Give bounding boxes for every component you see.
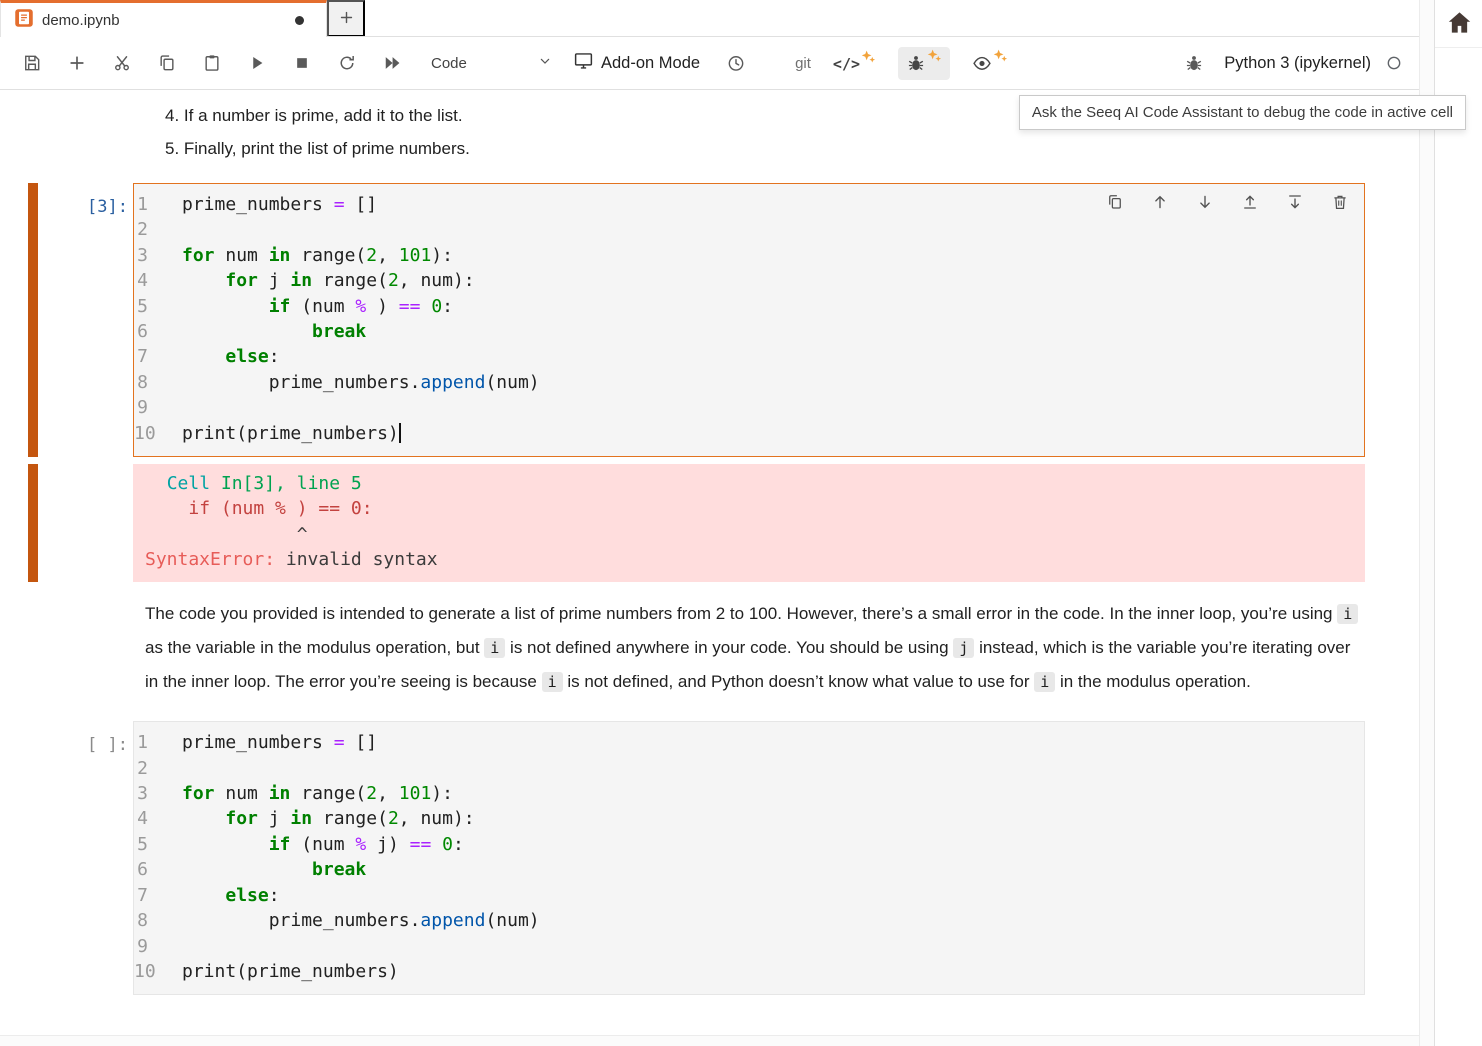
save-icon [22, 53, 42, 73]
output-margin [0, 464, 133, 582]
kernel-name[interactable]: Python 3 (ipykernel) [1224, 54, 1371, 73]
trash-icon [1331, 193, 1349, 211]
fast-forward-icon [382, 53, 402, 73]
duplicate-icon [1106, 193, 1124, 211]
code-icon: </> [833, 54, 860, 74]
insert-above-icon [1241, 193, 1259, 211]
insert-below-icon [1286, 193, 1304, 211]
sparkle-icon [927, 48, 942, 63]
cell-type-dropdown[interactable]: Code [431, 53, 553, 73]
notebook-toolbar: Code Add-on Mode git </> [0, 37, 1419, 90]
jupyterlab-app: demo.ipynb Code [0, 0, 1482, 1046]
insert-cell-button[interactable] [67, 53, 87, 73]
bug-icon [906, 53, 926, 76]
error-output: Cell In[3], line 5 if (num % ) == 0: ^Sy… [133, 464, 1365, 582]
history-button[interactable] [726, 53, 746, 73]
vertical-scrollbar[interactable] [1419, 0, 1434, 1046]
main-panel: demo.ipynb Code [0, 0, 1419, 1046]
addon-mode-label: Add-on Mode [601, 54, 700, 73]
notebook-content: 4. If a number is prime, add it to the l… [0, 90, 1419, 1035]
code-editor[interactable]: 1prime_numbers = []2 3for num in range(2… [134, 184, 1364, 456]
debugger-button[interactable] [1184, 53, 1204, 73]
move-cell-down-button[interactable] [1196, 193, 1214, 211]
save-button[interactable] [22, 53, 42, 73]
code-cell-row: [ ]: 1prime_numbers = []2 3for num in ra… [0, 721, 1419, 995]
horizontal-scrollbar[interactable] [0, 1035, 1419, 1046]
output-row: Cell In[3], line 5 if (num % ) == 0: ^Sy… [0, 464, 1419, 582]
copy-cell-button[interactable] [157, 53, 177, 73]
git-button[interactable]: git [795, 55, 811, 72]
execution-count: [3]: [87, 197, 128, 217]
cell-toolbar [1106, 193, 1349, 211]
tab-demo-ipynb[interactable]: demo.ipynb [0, 0, 327, 37]
cell-margin: [3]: [0, 183, 133, 457]
kernel-status-icon [1385, 54, 1403, 72]
plus-icon [338, 9, 355, 29]
home-button[interactable] [1435, 0, 1482, 48]
insert-cell-below-button[interactable] [1286, 193, 1304, 211]
tab-bar: demo.ipynb [0, 0, 1419, 37]
ai-debug-assistant-button[interactable] [898, 47, 950, 80]
cut-cell-button[interactable] [112, 53, 132, 73]
markdown-list-item: 5. Finally, print the list of prime numb… [165, 132, 1419, 165]
copy-icon [157, 53, 177, 73]
duplicate-cell-button[interactable] [1106, 193, 1124, 211]
arrow-up-icon [1151, 193, 1169, 211]
addon-mode-button[interactable]: Add-on Mode [573, 50, 700, 76]
refresh-icon [337, 53, 357, 73]
code-cell[interactable]: 1prime_numbers = []2 3for num in range(2… [133, 721, 1365, 995]
play-icon [247, 53, 267, 73]
delete-cell-button[interactable] [1331, 193, 1349, 211]
arrow-down-icon [1196, 193, 1214, 211]
paste-cell-button[interactable] [202, 53, 222, 73]
notebook-icon [14, 8, 34, 33]
sparkle-icon [861, 49, 876, 64]
clock-icon [726, 53, 746, 73]
move-cell-up-button[interactable] [1151, 193, 1169, 211]
execution-count-empty: [ ]: [87, 735, 128, 755]
restart-run-all-button[interactable] [382, 53, 402, 73]
clipboard-icon [202, 53, 222, 73]
run-cell-button[interactable] [247, 53, 267, 73]
right-sidebar [1434, 0, 1482, 1046]
cell-margin: [ ]: [0, 721, 133, 995]
insert-cell-above-button[interactable] [1241, 193, 1259, 211]
code-cell-row: [3]: 1prime_numbers = []2 3for num in ra… [0, 183, 1419, 457]
plus-icon [67, 53, 87, 73]
markdown-explanation[interactable]: The code you provided is intended to gen… [133, 597, 1363, 699]
tab-title: demo.ipynb [42, 12, 295, 29]
ai-code-assistant-button[interactable]: </> [825, 48, 884, 78]
ai-explain-assistant-button[interactable] [964, 47, 1016, 80]
code-cell-active[interactable]: 1prime_numbers = []2 3for num in range(2… [133, 183, 1365, 457]
output-collapser[interactable] [28, 464, 38, 582]
eye-icon [972, 53, 992, 76]
stop-icon [292, 53, 312, 73]
interrupt-kernel-button[interactable] [292, 53, 312, 73]
cell-type-label: Code [431, 55, 467, 72]
sparkle-icon [993, 48, 1008, 63]
scissors-icon [112, 53, 132, 73]
tooltip: Ask the Seeq AI Code Assistant to debug … [1019, 95, 1466, 130]
restart-kernel-button[interactable] [337, 53, 357, 73]
new-tab-button[interactable] [327, 0, 365, 37]
monitor-icon [573, 50, 594, 76]
home-icon [1446, 9, 1473, 39]
code-editor[interactable]: 1prime_numbers = []2 3for num in range(2… [134, 722, 1364, 994]
explanation-row: The code you provided is intended to gen… [0, 597, 1419, 699]
bug-icon [1184, 53, 1204, 73]
chevron-down-icon [537, 53, 553, 73]
cell-collapser[interactable] [28, 183, 38, 457]
unsaved-changes-dot [295, 16, 304, 25]
cell-margin [0, 597, 133, 699]
